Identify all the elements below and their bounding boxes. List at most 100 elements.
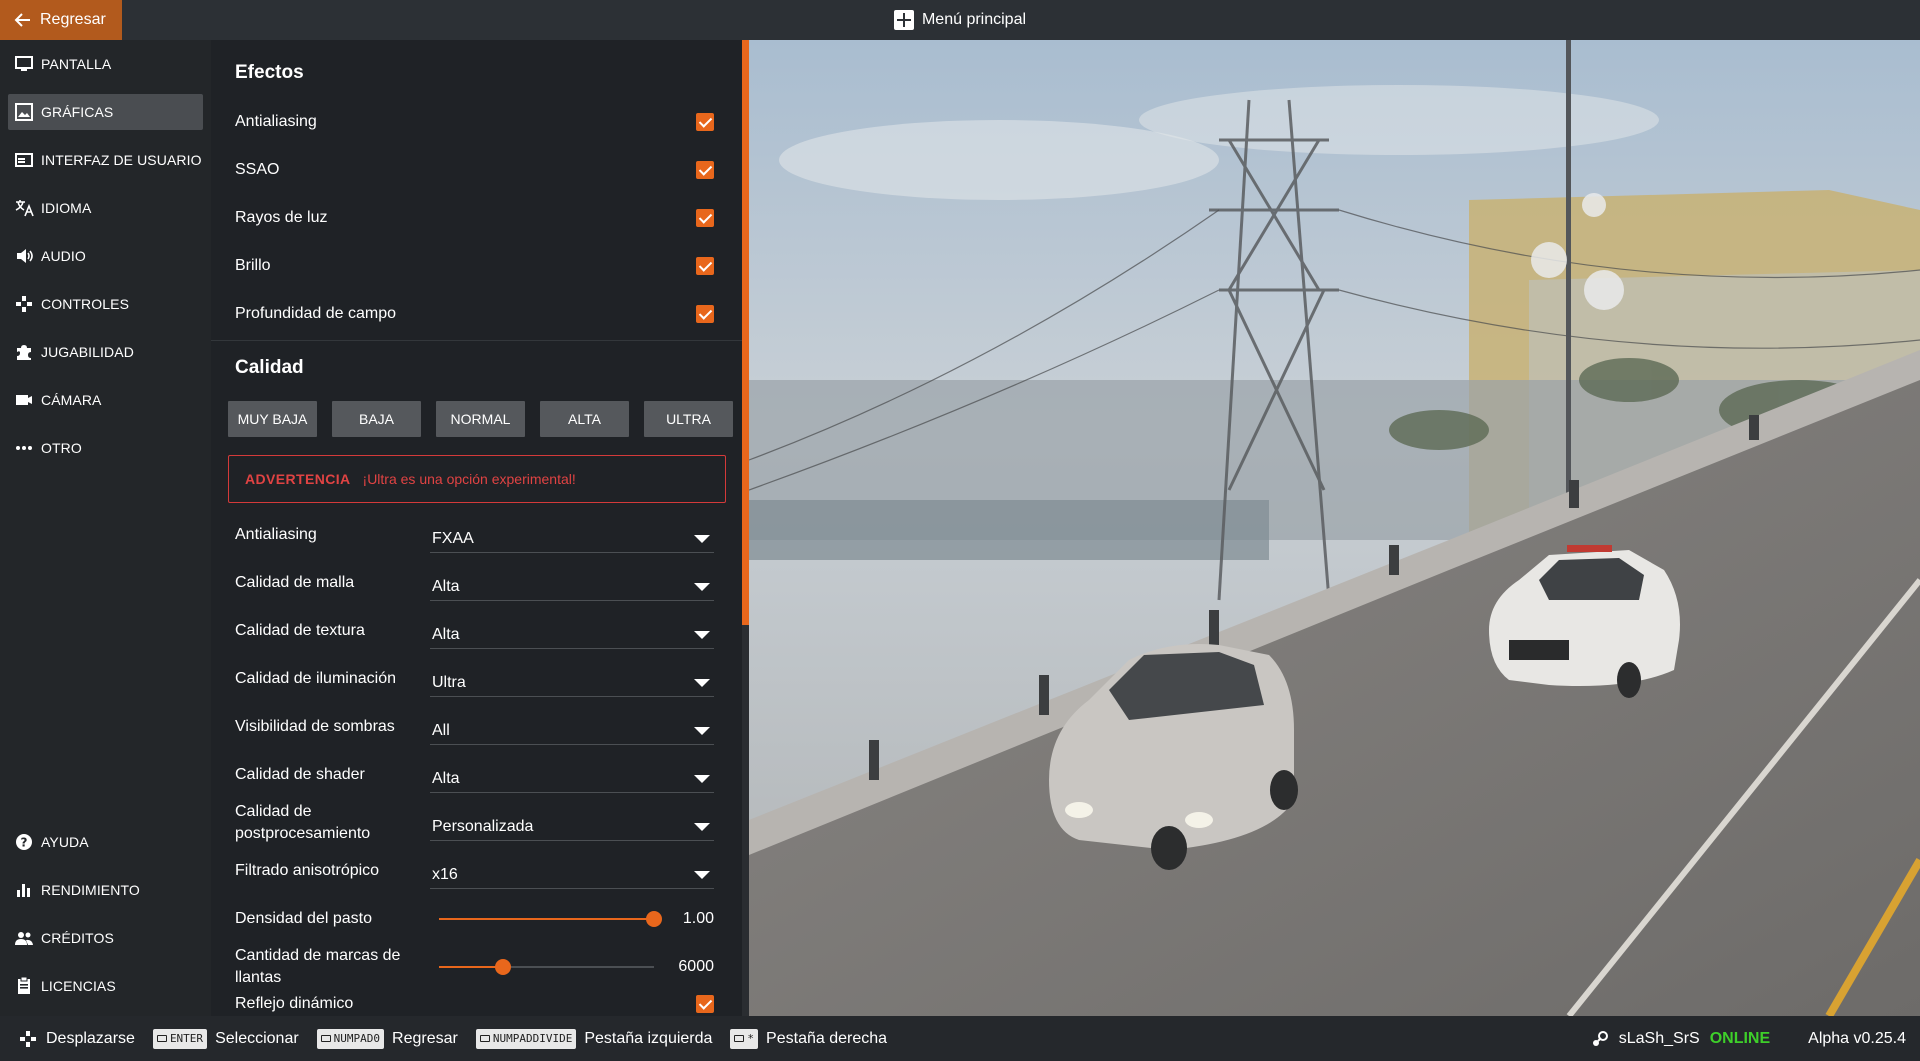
hint-tab-left: NUMPADDIVIDE Pestaña izquierda (475, 1028, 713, 1049)
effect-light-rays-checkbox[interactable] (696, 209, 714, 227)
main-menu-title: Menú principal (0, 0, 1920, 40)
shadow-visibility-dropdown[interactable]: All (430, 717, 714, 745)
username: sLaSh_SrS (1618, 1029, 1700, 1047)
bottom-hint-bar: Desplazarse ENTER Seleccionar NUMPAD0 Re… (0, 1016, 1920, 1061)
sidebar-item-label: PANTALLA (41, 56, 112, 72)
back-button[interactable]: Regresar (0, 0, 122, 40)
preset-low-button[interactable]: BAJA (332, 401, 421, 437)
monitor-icon (15, 56, 33, 71)
sidebar-item-ayuda[interactable]: ? AYUDA (8, 824, 203, 860)
sidebar-item-controles[interactable]: CONTROLES (8, 286, 203, 322)
keyboard-icon (320, 1035, 331, 1042)
effect-label: Antialiasing (235, 113, 317, 130)
dropdown-value: Alta (432, 577, 460, 595)
sidebar-item-label: INTERFAZ DE USUARIO (41, 152, 202, 168)
quality-presets: MUY BAJA BAJA NORMAL ALTA ULTRA (211, 401, 742, 437)
effect-depth-of-field-checkbox[interactable] (696, 305, 714, 323)
background-scene (749, 40, 1920, 1016)
sidebar-item-audio[interactable]: AUDIO (8, 238, 203, 274)
dropdown-value: Alta (432, 625, 460, 643)
sidebar-item-otro[interactable]: OTRO (8, 430, 203, 466)
sidebar-item-graficas[interactable]: GRÁFICAS (8, 94, 203, 130)
shader-quality-dropdown[interactable]: Alta (430, 765, 714, 793)
quality-section-title: Calidad (235, 357, 304, 378)
steam-icon (1592, 1030, 1608, 1046)
sidebar-item-camara[interactable]: CÁMARA (8, 382, 203, 418)
slider-row-tire-marks: Cantidad de marcas de llantas 6000 (211, 943, 742, 991)
dynamic-reflection-row: Reflejo dinámico (211, 991, 742, 1016)
sidebar-item-label: AYUDA (41, 834, 89, 850)
sidebar-item-creditos[interactable]: CRÉDITOS (8, 920, 203, 956)
sidebar-item-pantalla[interactable]: PANTALLA (8, 46, 203, 82)
sidebar-item-jugabilidad[interactable]: JUGABILIDAD (8, 334, 203, 370)
chevron-down-icon (694, 630, 710, 639)
lighting-quality-dropdown[interactable]: Ultra (430, 669, 714, 697)
more-icon (16, 446, 32, 450)
sidebar-item-label: LICENCIAS (41, 978, 116, 994)
grass-density-slider[interactable] (438, 909, 663, 929)
postprocessing-quality-dropdown[interactable]: Personalizada (430, 813, 714, 841)
select-row-anisotropic-filtering: Filtrado anisotrópico x16 (211, 847, 742, 895)
slider-label: Densidad del pasto (235, 910, 372, 927)
sidebar-item-rendimiento[interactable]: RENDIMIENTO (8, 872, 203, 908)
warning-text: ¡Ultra es una opción experimental! (362, 471, 576, 487)
preset-ultra-button[interactable]: ULTRA (644, 401, 733, 437)
effect-label: Profundidad de campo (235, 305, 396, 322)
tire-marks-slider[interactable] (438, 957, 655, 977)
scrollbar-thumb[interactable] (742, 40, 749, 625)
effect-bloom-checkbox[interactable] (696, 257, 714, 275)
hint-tab-right: * Pestaña derecha (730, 1028, 887, 1049)
dynamic-reflection-checkbox[interactable] (696, 995, 714, 1013)
anisotropic-filtering-dropdown[interactable]: x16 (430, 861, 714, 889)
dropdown-value: FXAA (432, 529, 474, 547)
keyboard-icon (156, 1035, 167, 1042)
select-row-mesh-quality: Calidad de malla Alta (211, 559, 742, 607)
preset-high-button[interactable]: ALTA (540, 401, 629, 437)
dropdown-value: Personalizada (432, 817, 534, 835)
select-label: Calidad de textura (235, 622, 365, 639)
effect-depth-of-field-row: Profundidad de campo (211, 290, 742, 338)
select-label: Antialiasing (235, 526, 317, 543)
hint-select: ENTER Seleccionar (152, 1028, 299, 1049)
slider-handle[interactable] (495, 959, 512, 975)
sidebar-bottom-group: ? AYUDA RENDIMIENTO CRÉDITOS LICENCIAS (0, 824, 211, 1016)
preset-normal-button[interactable]: NORMAL (436, 401, 525, 437)
preset-very-low-button[interactable]: MUY BAJA (228, 401, 317, 437)
speaker-icon (17, 249, 33, 263)
clipboard-icon (18, 976, 30, 994)
dropdown-value: Alta (432, 769, 460, 787)
select-row-antialiasing: Antialiasing FXAA (211, 511, 742, 559)
sidebar-item-idioma[interactable]: IDIOMA (8, 190, 203, 226)
settings-scrollbar[interactable] (742, 40, 749, 1016)
effect-ssao-checkbox[interactable] (696, 161, 714, 179)
section-divider (211, 340, 742, 341)
key-badge: ENTER (152, 1028, 208, 1049)
image-icon (15, 103, 33, 121)
select-row-lighting-quality: Calidad de iluminación Ultra (211, 655, 742, 703)
key-badge: NUMPAD0 (316, 1028, 385, 1049)
select-row-shadow-visibility: Visibilidad de sombras All (211, 703, 742, 751)
people-icon (15, 932, 33, 945)
translate-icon (15, 200, 34, 217)
slider-label: Cantidad de marcas de llantas (235, 947, 401, 986)
select-label: Calidad de iluminación (235, 670, 396, 687)
user-status: sLaSh_SrS ONLINE Alpha v0.25.4 (1591, 1016, 1906, 1061)
hint-label: Desplazarse (46, 1029, 135, 1047)
sidebar-item-interfaz[interactable]: INTERFAZ DE USUARIO (8, 142, 203, 178)
mesh-quality-dropdown[interactable]: Alta (430, 573, 714, 601)
sidebar-item-label: OTRO (41, 440, 82, 456)
gamepad-icon (20, 1030, 36, 1047)
hint-back: NUMPAD0 Regresar (316, 1028, 458, 1049)
hint-label: Pestaña izquierda (584, 1029, 713, 1047)
effect-antialiasing-checkbox[interactable] (696, 113, 714, 131)
chevron-down-icon (694, 534, 710, 543)
dropdown-value: All (432, 721, 450, 739)
sidebar-item-label: IDIOMA (41, 200, 92, 216)
sidebar-item-label: GRÁFICAS (41, 104, 114, 120)
antialiasing-dropdown[interactable]: FXAA (430, 525, 714, 553)
gamepad-icon (16, 296, 32, 312)
texture-quality-dropdown[interactable]: Alta (430, 621, 714, 649)
select-label: Calidad de malla (235, 574, 355, 591)
key-name: NUMPAD0 (333, 1032, 381, 1045)
sidebar-item-licencias[interactable]: LICENCIAS (8, 968, 203, 1004)
